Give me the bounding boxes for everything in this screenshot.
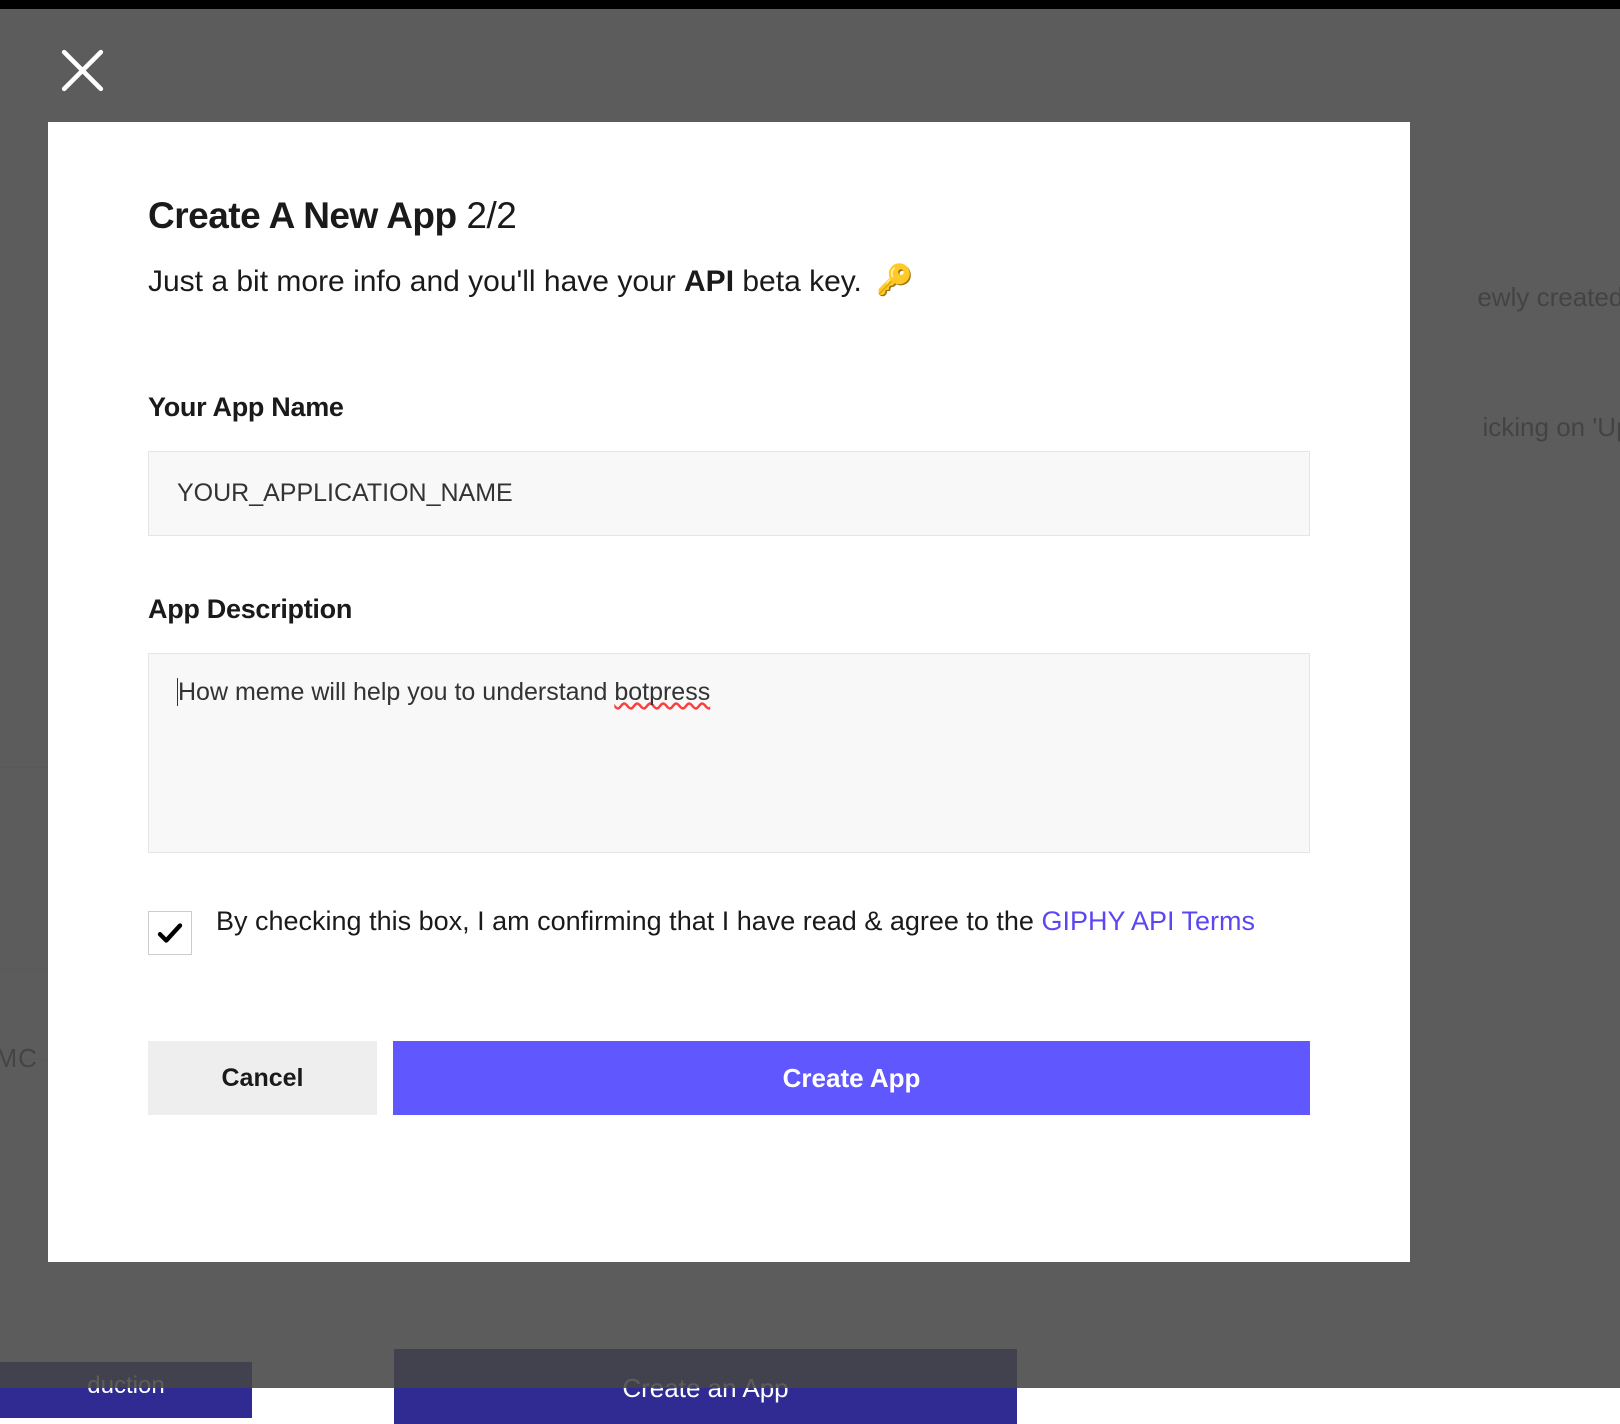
description-text-pre: How meme will help you to understand bbox=[178, 678, 614, 706]
subtitle-text-bold: API bbox=[684, 265, 734, 298]
consent-text: By checking this box, I am confirming th… bbox=[216, 899, 1255, 945]
consent-text-body: By checking this box, I am confirming th… bbox=[216, 906, 1041, 936]
create-app-modal: Create A New App 2/2 Just a bit more inf… bbox=[48, 122, 1410, 1262]
modal-overlay[interactable]: Create A New App 2/2 Just a bit more inf… bbox=[0, 9, 1620, 1388]
key-icon: 🔑 bbox=[876, 260, 913, 302]
modal-subtitle: Just a bit more info and you'll have you… bbox=[148, 261, 1310, 304]
modal-step-indicator: 2/2 bbox=[466, 195, 516, 236]
modal-title: Create A New App 2/2 bbox=[148, 195, 1310, 237]
terms-checkbox[interactable] bbox=[148, 911, 192, 955]
app-description-input[interactable]: How meme will help you to understand bot… bbox=[148, 653, 1310, 853]
app-description-label: App Description bbox=[148, 594, 1310, 625]
window-top-bar bbox=[0, 0, 1620, 9]
checkmark-icon bbox=[155, 918, 185, 948]
app-name-label: Your App Name bbox=[148, 392, 1310, 423]
cancel-button[interactable]: Cancel bbox=[148, 1041, 377, 1115]
subtitle-text-pre: Just a bit more info and you'll have you… bbox=[148, 265, 684, 298]
giphy-api-terms-link[interactable]: GIPHY API Terms bbox=[1041, 906, 1255, 936]
subtitle-text-post: beta key. bbox=[734, 265, 862, 298]
description-text-spellcheck: botpress bbox=[614, 678, 710, 706]
consent-row: By checking this box, I am confirming th… bbox=[148, 899, 1310, 955]
create-app-button[interactable]: Create App bbox=[393, 1041, 1310, 1115]
close-icon[interactable] bbox=[55, 43, 110, 98]
modal-button-row: Cancel Create App bbox=[148, 1041, 1310, 1115]
modal-title-text: Create A New App bbox=[148, 195, 457, 236]
app-name-input[interactable] bbox=[148, 451, 1310, 536]
